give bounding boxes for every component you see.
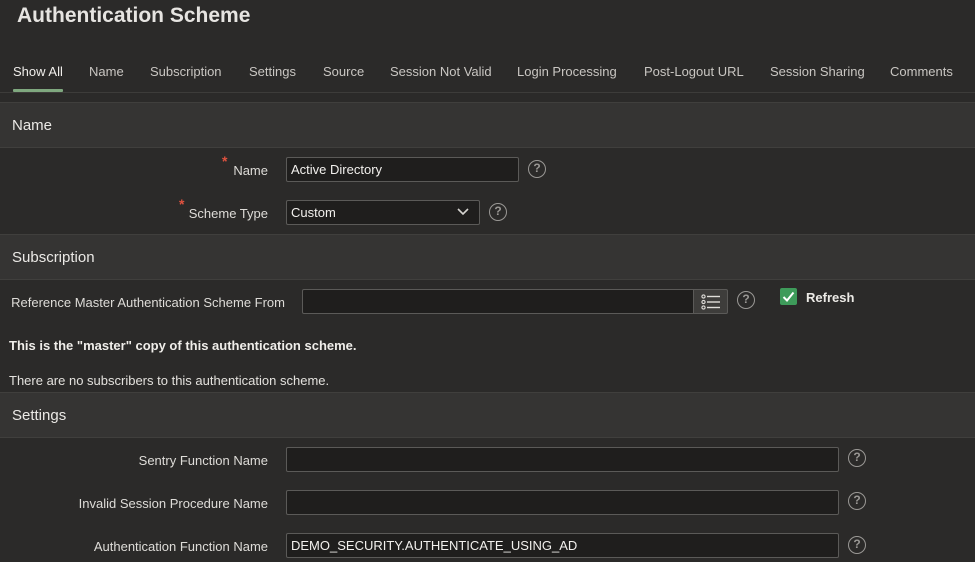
tab-settings[interactable]: Settings [249,64,296,91]
tab-subscription[interactable]: Subscription [150,64,222,91]
section-header-name: Name [0,102,975,148]
master-copy-note: This is the "master" copy of this authen… [9,338,357,353]
help-circle-icon[interactable]: ? [489,203,507,221]
subscribers-note: There are no subscribers to this authent… [9,373,330,388]
refresh-checkbox[interactable] [780,288,797,305]
name-input[interactable] [286,157,519,182]
help-circle-icon[interactable]: ? [737,291,755,309]
list-of-values-button[interactable] [694,289,728,314]
name-label: Name [233,163,268,178]
reference-master-label: Reference Master Authentication Scheme F… [11,295,285,310]
help-circle-icon[interactable]: ? [848,449,866,467]
help-circle-icon[interactable]: ? [528,160,546,178]
section-header-subscription: Subscription [0,234,975,280]
help-circle-icon[interactable]: ? [848,492,866,510]
sentry-function-label: Sentry Function Name [138,453,268,468]
tab-session-sharing[interactable]: Session Sharing [770,64,865,91]
chevron-down-icon [457,208,469,216]
required-marker: * [222,153,228,169]
invalid-session-input[interactable] [286,490,839,515]
section-title: Subscription [12,249,95,266]
reference-master-input[interactable] [302,289,694,314]
section-title: Settings [12,407,67,424]
tab-source[interactable]: Source [323,64,364,91]
auth-function-input[interactable] [286,533,839,558]
list-icon [701,294,720,310]
scheme-type-value: Custom [291,205,336,220]
check-icon [782,291,795,302]
section-title: Name [12,117,53,134]
refresh-label[interactable]: Refresh [806,290,854,305]
section-header-settings: Settings [0,392,975,438]
auth-function-label: Authentication Function Name [93,539,268,554]
page-title: Authentication Scheme [17,4,251,27]
tab-show-all[interactable]: Show All [13,64,63,92]
invalid-session-label: Invalid Session Procedure Name [78,496,268,511]
tab-login-processing[interactable]: Login Processing [517,64,617,91]
scheme-type-select[interactable]: Custom [286,200,480,225]
tab-session-not-valid[interactable]: Session Not Valid [390,64,492,91]
tab-comments[interactable]: Comments [890,64,953,91]
scheme-type-label: Scheme Type [188,206,268,221]
sentry-function-input[interactable] [286,447,839,472]
tab-bar: Show All Name Subscription Settings Sour… [0,58,975,93]
tab-post-logout-url[interactable]: Post-Logout URL [644,64,744,91]
required-marker: * [179,196,185,212]
help-circle-icon[interactable]: ? [848,536,866,554]
tab-name[interactable]: Name [89,64,124,91]
